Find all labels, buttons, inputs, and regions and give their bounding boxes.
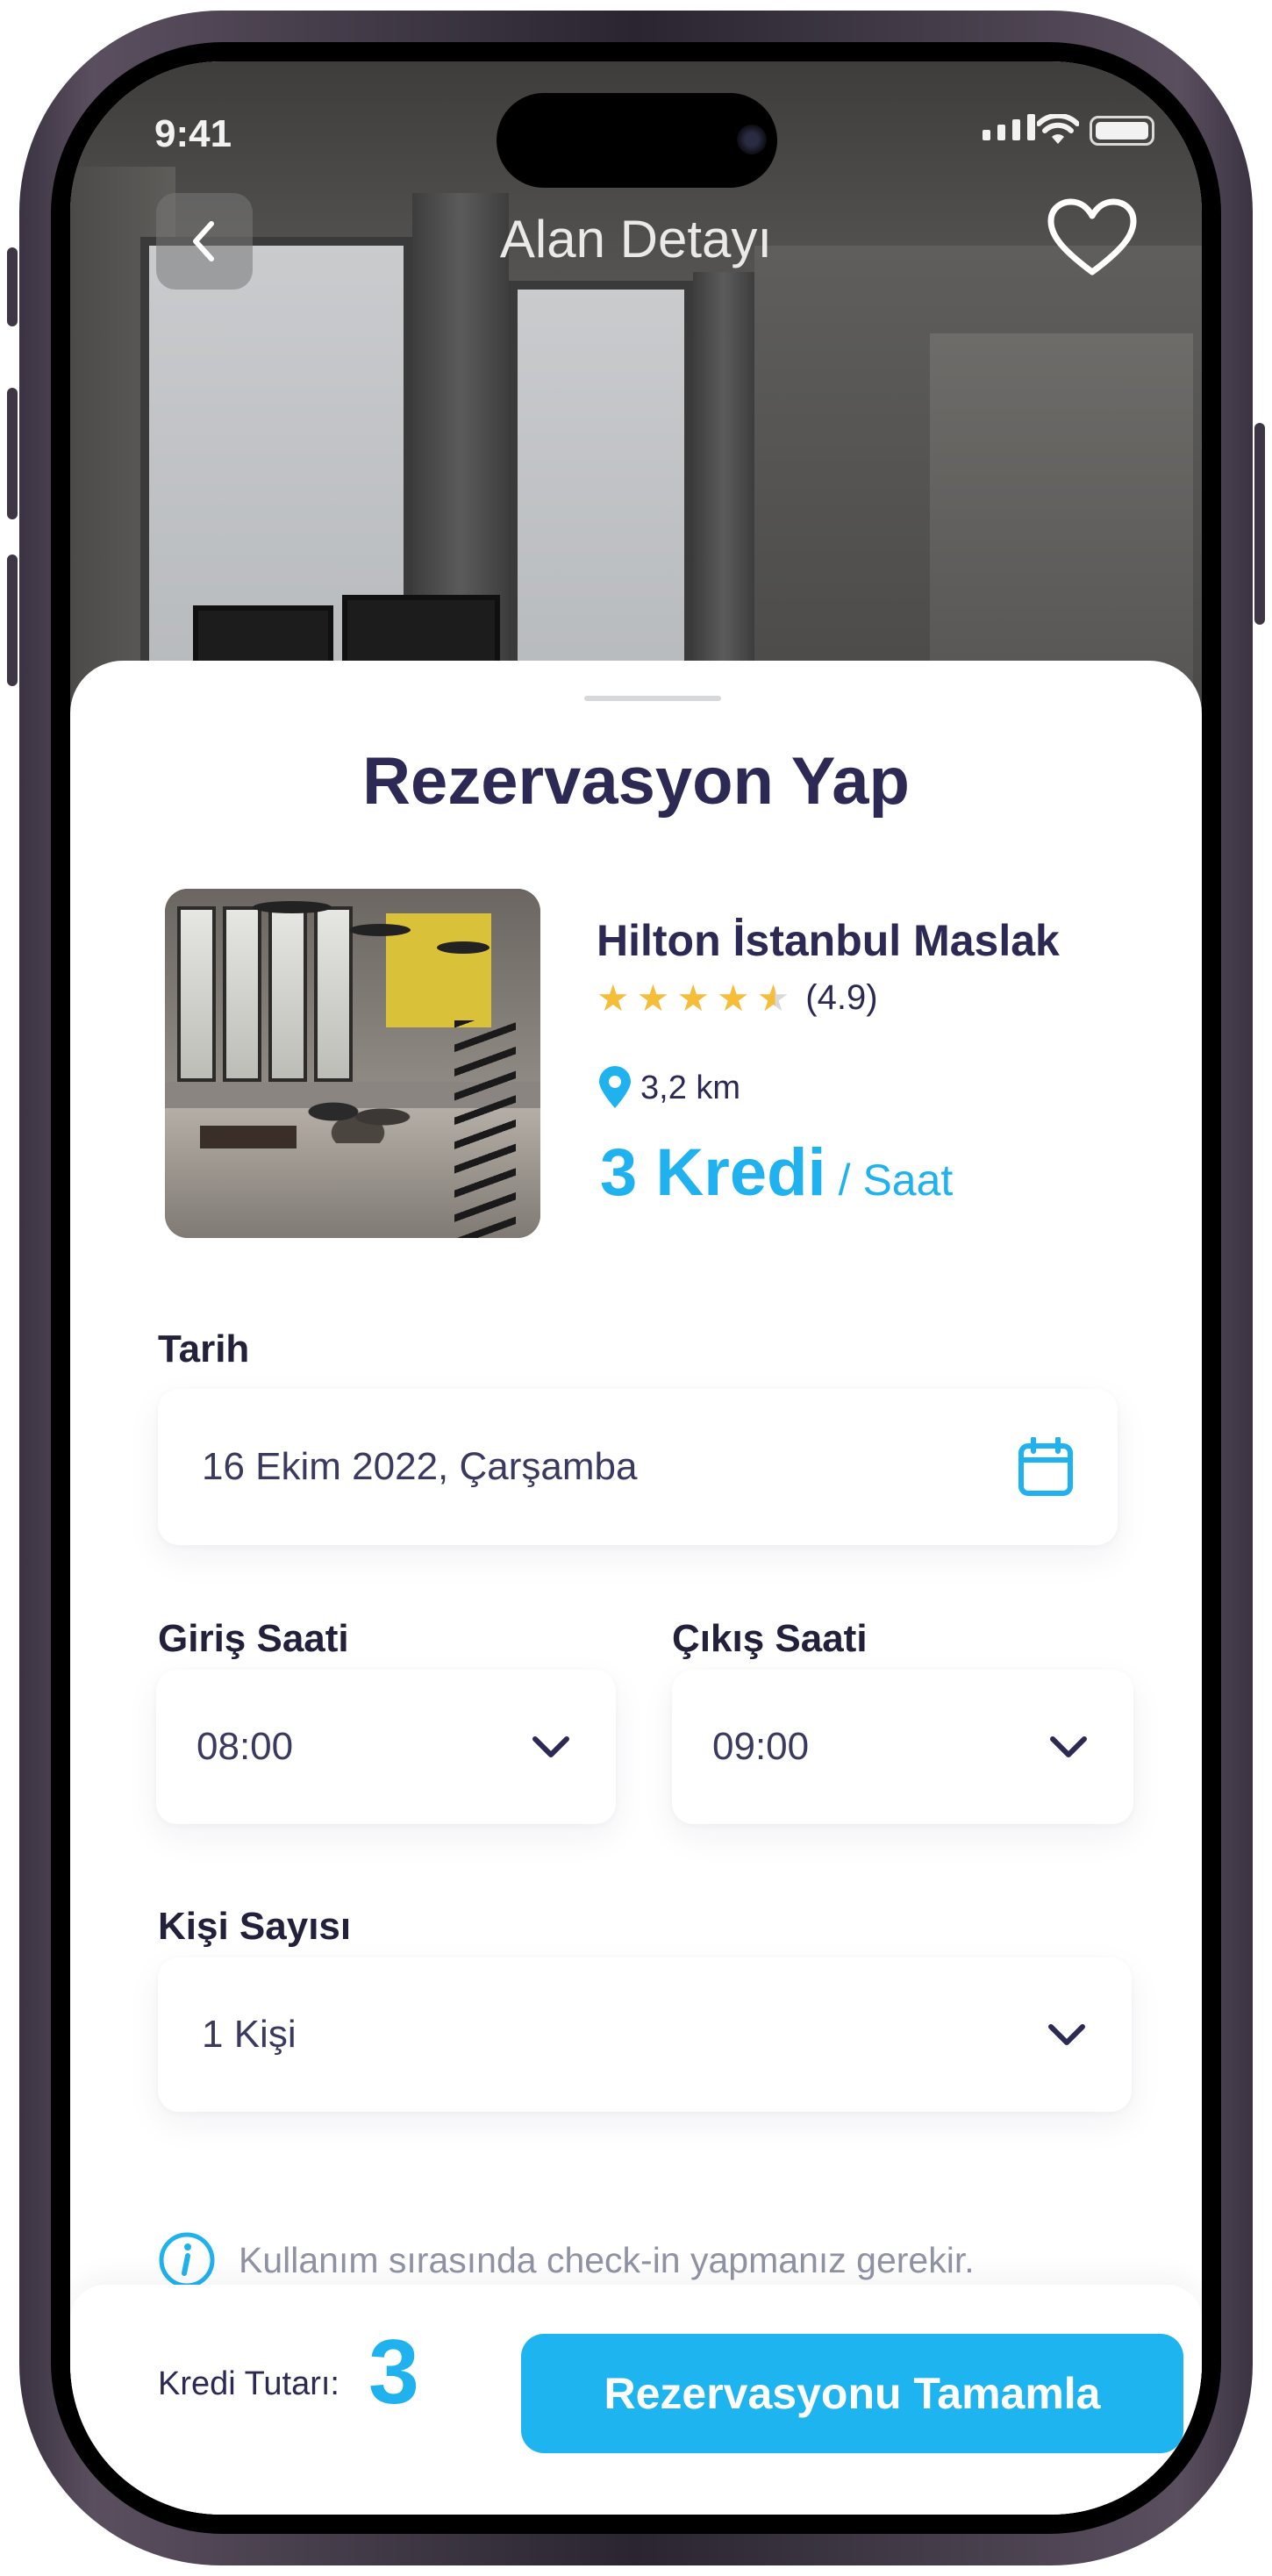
date-label: Tarih — [158, 1327, 250, 1370]
heart-icon — [1047, 198, 1137, 275]
credit-total-value: 3 — [368, 2322, 419, 2423]
sheet-title: Rezervasyon Yap — [362, 744, 910, 819]
price-value: 3 Kredi — [600, 1135, 826, 1210]
info-text: Kullanım sırasında check-in yapmanız ger… — [239, 2239, 975, 2280]
venue-thumbnail — [165, 889, 540, 1238]
venue-rating: ★ ★ ★ ★ ★ (4.9) — [597, 978, 878, 1018]
credit-total-label: Kredi Tutarı: — [158, 2365, 339, 2402]
rating-text: (4.9) — [805, 978, 878, 1017]
checkin-info-note: Kullanım sırasında check-in yapmanız ger… — [158, 2231, 975, 2289]
mute-switch — [7, 247, 18, 326]
wifi-icon — [1037, 114, 1079, 144]
date-value: 16 Ekim 2022, Çarşamba — [202, 1445, 638, 1488]
guests-label: Kişi Sayısı — [158, 1905, 352, 1948]
reservation-sheet: Rezervasyon Yap Hilton İstanbul Maslak ★ — [70, 661, 1202, 2515]
checkin-value: 08:00 — [197, 1725, 294, 1768]
guests-select[interactable]: 1 Kişi — [158, 1957, 1132, 2112]
checkout-value: 09:00 — [712, 1725, 810, 1768]
price-unit: / Saat — [838, 1156, 954, 1205]
status-bar: 9:41 — [70, 61, 1202, 193]
half-star-icon: ★ — [756, 977, 790, 1019]
reservation-footer: Kredi Tutarı: 3 Rezervasyonu Tamamla — [70, 2285, 1202, 2515]
volume-down-button — [7, 555, 18, 686]
checkin-label: Giriş Saati — [158, 1617, 349, 1660]
venue-name: Hilton İstanbul Maslak — [597, 916, 1060, 965]
checkin-select[interactable]: 08:00 — [156, 1670, 616, 1824]
favorite-button[interactable] — [1044, 195, 1140, 283]
volume-up-button — [7, 388, 18, 519]
venue-distance: 3,2 km — [597, 1066, 740, 1110]
status-time: 9:41 — [154, 112, 232, 155]
dynamic-island — [497, 93, 777, 188]
cellular-signal-icon — [983, 114, 1035, 140]
info-icon — [159, 2232, 215, 2288]
power-button — [1254, 423, 1265, 625]
venue-price: 3 Kredi / Saat — [600, 1134, 953, 1211]
star-icon: ★ — [676, 977, 710, 1019]
calendar-icon[interactable] — [1018, 1437, 1074, 1497]
sheet-drag-handle[interactable] — [584, 696, 721, 701]
location-pin-icon — [599, 1066, 631, 1108]
battery-icon — [1090, 116, 1154, 146]
screen: 9:41 Alan Detayı Rezervasyon Yap Hilton … — [70, 61, 1202, 2515]
checkout-label: Çıkış Saati — [672, 1617, 868, 1660]
phone-frame: 9:41 Alan Detayı Rezervasyon Yap Hilton … — [7, 11, 1265, 2565]
complete-reservation-button[interactable]: Rezervasyonu Tamamla — [521, 2334, 1183, 2453]
checkout-select[interactable]: 09:00 — [672, 1670, 1133, 1824]
chevron-down-icon — [532, 1736, 569, 1757]
star-icon: ★ — [636, 977, 670, 1019]
distance-text: 3,2 km — [640, 1069, 741, 1106]
date-field[interactable]: 16 Ekim 2022, Çarşamba — [158, 1389, 1118, 1545]
page-title: Alan Detayı — [499, 210, 773, 268]
star-icon: ★ — [716, 977, 750, 1019]
chevron-down-icon — [1048, 2024, 1085, 2045]
guests-value: 1 Kişi — [202, 2013, 297, 2056]
chevron-down-icon — [1050, 1736, 1087, 1757]
star-icon: ★ — [597, 977, 630, 1019]
camera-icon — [737, 125, 767, 154]
